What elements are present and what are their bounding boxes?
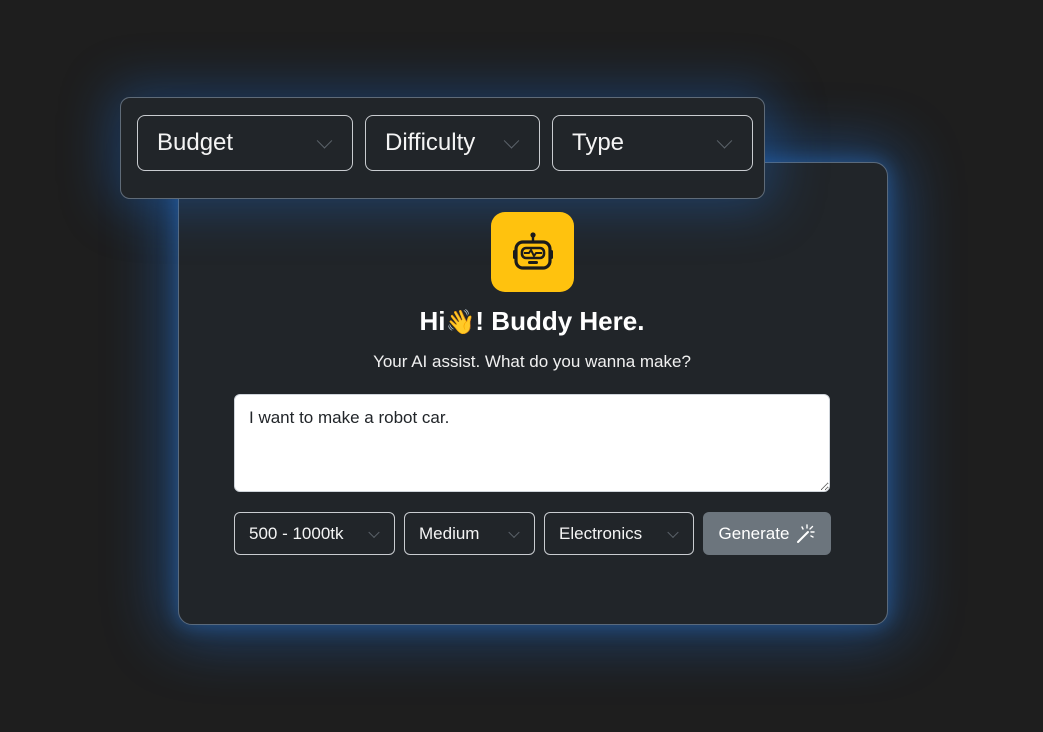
chevron-down-icon	[316, 133, 333, 149]
difficulty-select-label: Difficulty	[385, 129, 476, 156]
greeting-subtitle: Your AI assist. What do you wanna make?	[373, 352, 691, 371]
difficulty-select[interactable]: Difficulty	[365, 115, 540, 171]
prompt-textarea[interactable]	[234, 394, 830, 492]
difficulty-level-value: Medium	[419, 523, 480, 543]
waving-hand-icon: 👋	[445, 309, 476, 336]
project-type-value: Electronics	[559, 523, 643, 543]
robot-icon-svg	[512, 232, 553, 270]
difficulty-level-select[interactable]: Medium	[404, 512, 535, 555]
budget-range-select[interactable]: 500 - 1000tk	[234, 512, 395, 555]
app-stage: Budget Difficulty Type Hi👋! Buddy Here. …	[0, 0, 1043, 732]
type-select-label: Type	[572, 129, 625, 156]
magic-wand-icon	[797, 523, 816, 543]
chevron-down-icon	[508, 526, 520, 538]
type-select[interactable]: Type	[552, 115, 753, 171]
budget-select[interactable]: Budget	[137, 115, 353, 171]
project-type-select[interactable]: Electronics	[544, 512, 694, 555]
budget-range-value: 500 - 1000tk	[249, 523, 344, 543]
filter-bar: Budget Difficulty Type	[120, 97, 765, 199]
generate-button-label: Generate	[718, 523, 790, 543]
budget-select-label: Budget	[157, 129, 234, 156]
greeting-pre: Hi	[419, 306, 446, 336]
chevron-down-icon	[368, 526, 380, 538]
greeting-title: Hi👋! Buddy Here.	[178, 306, 886, 337]
robot-icon	[491, 212, 574, 292]
chevron-down-icon	[503, 133, 520, 149]
chevron-down-icon	[667, 526, 679, 538]
generate-button[interactable]: Generate	[703, 512, 831, 555]
greeting-post: ! Buddy Here.	[475, 306, 645, 336]
chevron-down-icon	[716, 133, 733, 149]
